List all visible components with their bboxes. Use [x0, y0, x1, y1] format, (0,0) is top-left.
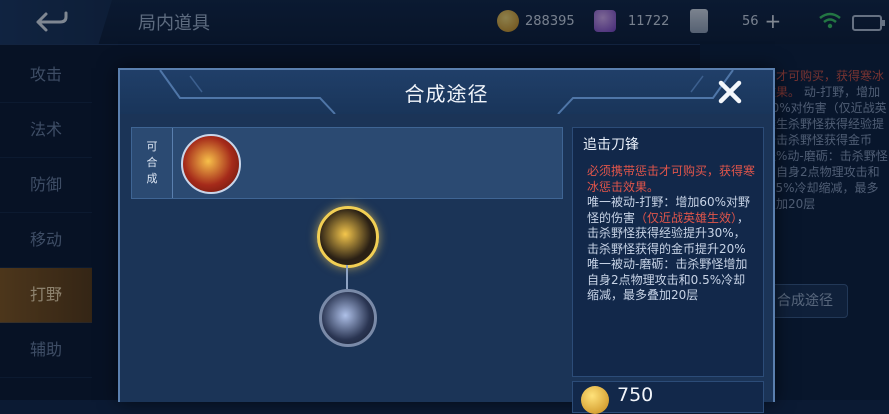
close-icon[interactable]	[716, 78, 744, 106]
modal-title: 合成途径	[404, 82, 489, 106]
item-requirement: 必须携带惩击才可购买，获得寒冰惩击效果。	[587, 164, 756, 194]
selected-item-icon[interactable]	[317, 206, 379, 268]
upgraded-item-icon[interactable]	[181, 134, 241, 194]
synthesis-path-modal: 合成途径 可 合 成 追击刀锋 必须携带惩击才可购买，获得寒冰惩击效果。 唯一被…	[118, 68, 775, 414]
modal-header: 合成途径	[120, 70, 773, 114]
component-item-icon[interactable]	[319, 289, 377, 347]
item-price: 750	[572, 381, 764, 414]
item-name: 追击刀锋	[583, 137, 639, 153]
item-description: 必须携带惩击才可购买，获得寒冰惩击效果。 唯一被动-打野：增加60%对野怪的伤害…	[587, 164, 757, 304]
craftable-into-row: 可 合 成	[131, 127, 563, 199]
item-detail-panel: 追击刀锋 必须携带惩击才可购买，获得寒冰惩击效果。 唯一被动-打野：增加60%对…	[572, 127, 764, 377]
price-value: 750	[617, 384, 654, 406]
passive-jungle: 唯一被动-打野：增加60%对野怪的伤害（仅近战英雄生效），击杀野怪获得经验提升3…	[587, 195, 751, 256]
gold-coin-icon	[581, 386, 609, 414]
recipe-connector	[346, 265, 348, 289]
passive-hone: 唯一被动-磨砺：击杀野怪增加自身2点物理攻击和0.5%冷却缩减，最多叠加20层	[587, 257, 748, 302]
craftable-label: 可 合 成	[132, 128, 173, 198]
